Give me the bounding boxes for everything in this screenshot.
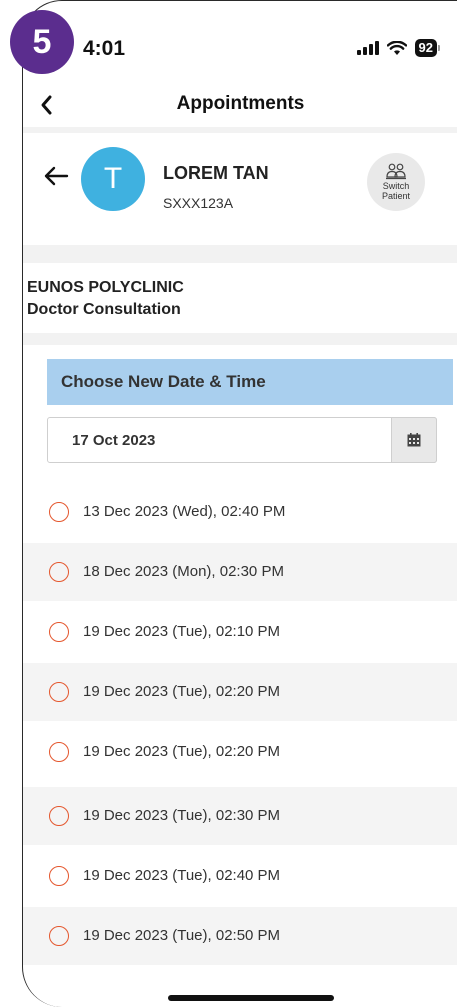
date-section: Choose New Date & Time 17 Oct 2023 [23, 345, 457, 481]
clinic-card: EUNOS POLYCLINIC Doctor Consultation [23, 263, 457, 333]
phone-frame: 4:01 92 Appointments T LOREM TAN SXXX123… [22, 0, 457, 1007]
patient-card: T LOREM TAN SXXX123A Switch Patient [23, 133, 457, 245]
time-slot-option[interactable]: 19 Dec 2023 (Tue), 02:20 PM [23, 663, 457, 721]
time-slot-option[interactable]: 19 Dec 2023 (Tue), 02:50 PM [23, 907, 457, 965]
home-indicator[interactable] [168, 995, 334, 1001]
slot-label: 19 Dec 2023 (Tue), 02:30 PM [83, 807, 281, 824]
section-divider [23, 333, 457, 345]
patient-name: LOREM TAN [163, 163, 269, 183]
service-name: Doctor Consultation [27, 301, 181, 318]
section-header-text: Choose New Date & Time [61, 372, 266, 391]
status-bar: 4:01 92 [23, 1, 457, 83]
section-header: Choose New Date & Time [47, 359, 453, 405]
section-divider [23, 245, 457, 263]
slot-label: 19 Dec 2023 (Tue), 02:40 PM [83, 867, 281, 884]
signal-icon [356, 41, 379, 55]
radio-button[interactable] [49, 622, 69, 642]
battery-level: 92 [414, 39, 437, 57]
status-icons: 92 [356, 39, 440, 57]
switch-label-line1: Switch [382, 181, 410, 191]
wifi-icon [386, 40, 407, 56]
time-slot-option[interactable]: 19 Dec 2023 (Tue), 02:20 PM [23, 723, 457, 781]
time-slot-option[interactable]: 13 Dec 2023 (Wed), 02:40 PM [23, 483, 457, 541]
time-slot-option[interactable]: 18 Dec 2023 (Mon), 02:30 PM [23, 543, 457, 601]
page-title: Appointments [176, 93, 305, 114]
radio-button[interactable] [49, 866, 69, 886]
time-slot-option[interactable]: 19 Dec 2023 (Tue), 02:10 PM [23, 603, 457, 661]
radio-button[interactable] [49, 806, 69, 826]
radio-button[interactable] [49, 742, 69, 762]
step-badge: 5 [10, 10, 74, 74]
radio-button[interactable] [49, 502, 69, 522]
time-slot-option[interactable]: 19 Dec 2023 (Tue), 02:40 PM [23, 847, 457, 905]
patient-id: SXXX123A [163, 195, 234, 211]
nav-bar: Appointments [23, 83, 457, 127]
radio-button[interactable] [49, 926, 69, 946]
slot-label: 19 Dec 2023 (Tue), 02:20 PM [83, 683, 281, 700]
avatar: T [81, 147, 145, 211]
slot-label: 13 Dec 2023 (Wed), 02:40 PM [83, 503, 286, 520]
time-slot-option[interactable]: 19 Dec 2023 (Tue), 02:30 PM [23, 787, 457, 845]
date-field[interactable]: 17 Oct 2023 [47, 417, 437, 463]
people-icon [386, 163, 406, 180]
switch-patient-button[interactable]: Switch Patient [367, 153, 425, 211]
slot-label: 19 Dec 2023 (Tue), 02:20 PM [83, 743, 281, 760]
battery-icon: 92 [414, 39, 440, 57]
slot-label: 18 Dec 2023 (Mon), 02:30 PM [83, 563, 284, 580]
arrow-left-icon[interactable] [43, 165, 69, 187]
switch-label-line2: Patient [381, 191, 411, 201]
slot-label: 19 Dec 2023 (Tue), 02:50 PM [83, 927, 281, 944]
radio-button[interactable] [49, 562, 69, 582]
calendar-button[interactable] [391, 417, 437, 463]
radio-button[interactable] [49, 682, 69, 702]
date-value: 17 Oct 2023 [72, 432, 156, 449]
calendar-icon [407, 433, 421, 447]
status-time: 4:01 [83, 37, 126, 60]
clinic-name: EUNOS POLYCLINIC [27, 279, 184, 296]
slot-label: 19 Dec 2023 (Tue), 02:10 PM [83, 623, 281, 640]
